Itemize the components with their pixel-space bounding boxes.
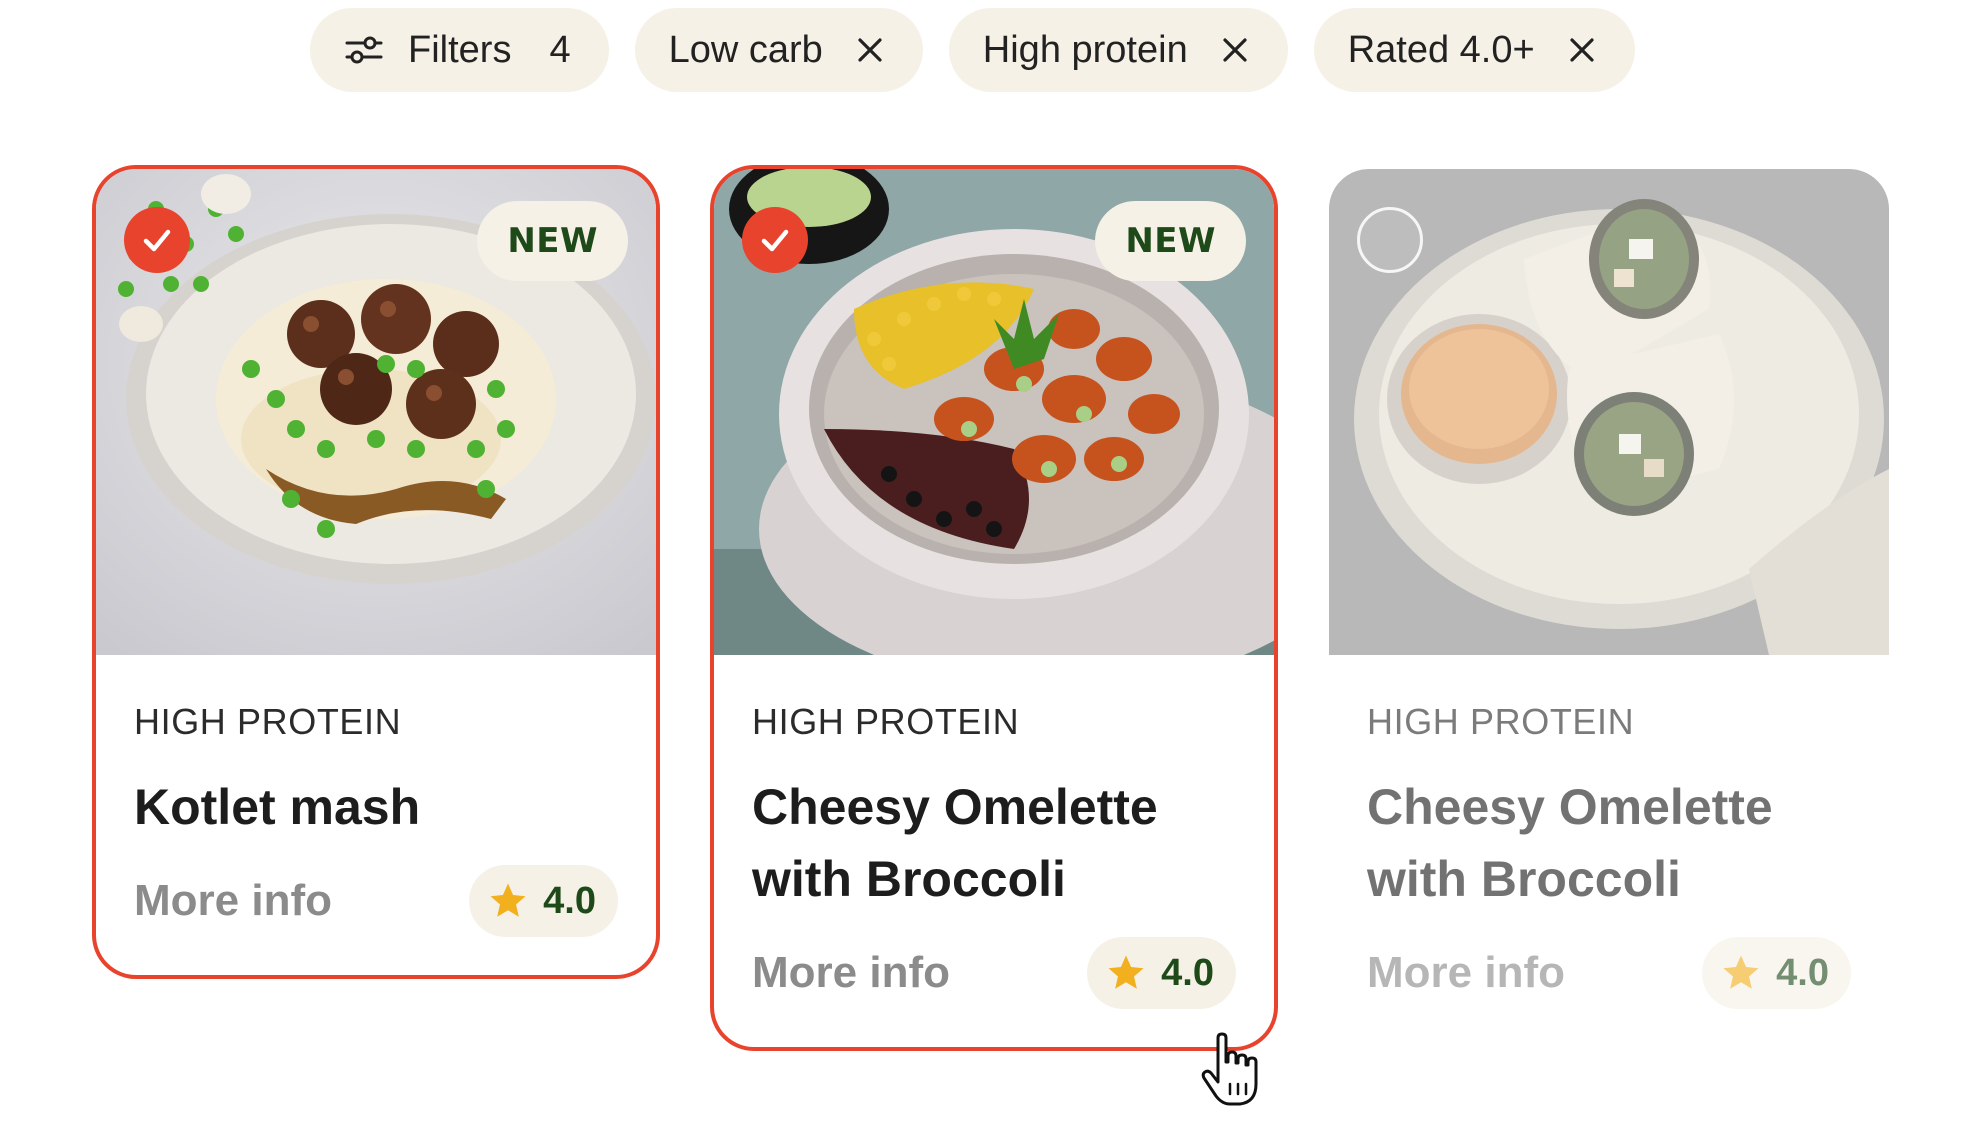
rating-badge: 4.0 xyxy=(1702,937,1851,1009)
filter-chip-label: Low carb xyxy=(668,28,823,71)
unselected-check-icon[interactable] xyxy=(1357,207,1423,273)
filter-chip-high-protein[interactable]: High protein xyxy=(948,8,1288,92)
rating-badge: 4.0 xyxy=(469,865,618,937)
new-badge: NEW xyxy=(477,201,628,281)
hand-cursor-icon xyxy=(1201,1032,1258,1106)
close-icon[interactable] xyxy=(1220,35,1250,65)
card-category: HIGH PROTEIN xyxy=(134,701,402,742)
rating-badge: 4.0 xyxy=(1087,937,1236,1009)
meal-card[interactable]: NEW HIGH PROTEIN Cheesy Omelette with Br… xyxy=(710,165,1278,1051)
filter-chip-rated[interactable]: Rated 4.0+ xyxy=(1313,8,1635,92)
close-icon[interactable] xyxy=(855,35,885,65)
rating-value: 4.0 xyxy=(543,879,596,922)
card-category: HIGH PROTEIN xyxy=(1367,701,1635,742)
selected-check-icon[interactable] xyxy=(742,207,808,273)
card-title: Kotlet mash xyxy=(134,779,421,835)
close-icon[interactable] xyxy=(1567,35,1597,65)
meatballs-mash-photo: NEW xyxy=(96,169,656,655)
filter-chip-label: High protein xyxy=(982,28,1188,71)
rating-value: 4.0 xyxy=(1161,951,1214,994)
star-icon xyxy=(487,880,529,922)
filters-button[interactable]: Filters 4 xyxy=(310,8,609,92)
rating-value: 4.0 xyxy=(1776,951,1829,994)
meal-selection-screen: Filters 4 Low carb High protein Rated 4.… xyxy=(0,0,1972,1125)
more-info-link[interactable]: More info xyxy=(134,876,332,926)
filter-bar: Filters 4 Low carb High protein Rated 4.… xyxy=(310,8,1635,92)
filter-chip-label: Rated 4.0+ xyxy=(1347,28,1535,71)
meal-card[interactable]: HIGH PROTEIN Cheesy Omelette with Brocco… xyxy=(1325,165,1893,1051)
more-info-link[interactable]: More info xyxy=(1367,948,1565,998)
selected-check-icon[interactable] xyxy=(124,207,190,273)
meal-card[interactable]: NEW HIGH PROTEIN Kotlet mash More info 4… xyxy=(92,165,660,979)
filters-label: Filters xyxy=(408,28,512,71)
more-info-link[interactable]: More info xyxy=(752,948,950,998)
filter-chip-low-carb[interactable]: Low carb xyxy=(634,8,923,92)
star-icon xyxy=(1105,952,1147,994)
filters-count: 4 xyxy=(549,28,571,71)
sliders-icon xyxy=(344,30,384,70)
card-title: Cheesy Omelette with Broccoli xyxy=(1367,779,1773,907)
card-title: Cheesy Omelette with Broccoli xyxy=(752,779,1158,907)
card-category: HIGH PROTEIN xyxy=(752,701,1020,742)
wrap-plate-photo xyxy=(1329,169,1889,655)
star-icon xyxy=(1720,952,1762,994)
new-badge: NEW xyxy=(1095,201,1246,281)
shrimp-bowl-photo: NEW xyxy=(714,169,1274,655)
